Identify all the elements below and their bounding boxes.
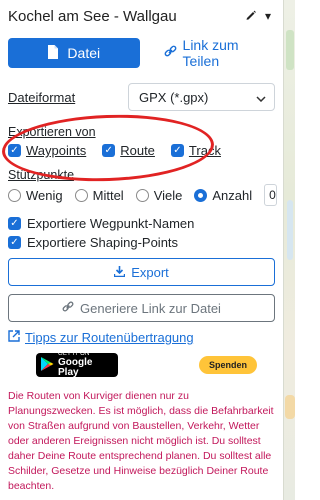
export-panel: Kochel am See - Wallgau ▾ Datei Link zum… <box>0 0 283 500</box>
top-actions: Datei Link zum Teilen <box>8 37 275 69</box>
link-icon <box>164 45 177 61</box>
format-select-value: GPX (*.gpx) <box>139 89 209 105</box>
google-play-text: GET IT ON Google Play <box>58 351 114 378</box>
pencil-icon[interactable] <box>245 9 257 24</box>
radio-label: Mittel <box>92 187 124 203</box>
google-play-big: Google Play <box>58 356 93 379</box>
link-icon <box>62 301 74 316</box>
format-label: Dateiformat <box>8 89 76 105</box>
external-link-icon <box>8 330 20 345</box>
store-badges: GET IT ON Google Play Spenden <box>8 351 275 378</box>
radio-viele[interactable]: Viele <box>135 187 183 203</box>
generate-link-button[interactable]: Generiere Link zur Datei <box>8 294 275 322</box>
share-link-label: Link zum Teilen <box>182 37 239 69</box>
generate-link-label: Generiere Link zur Datei <box>80 300 221 316</box>
map-orange-area <box>285 395 295 419</box>
download-icon <box>114 265 126 280</box>
option-label: Exportiere Wegpunkt-Namen <box>27 216 195 231</box>
chevron-down-icon <box>256 90 266 105</box>
map-edge <box>283 0 295 500</box>
map-green-area <box>286 30 294 70</box>
export-from-options: ✓ Waypoints ✓ Route ✓ Track <box>0 111 275 185</box>
radio-wenig[interactable]: Wenig <box>8 188 63 203</box>
checkbox-shaping-points[interactable]: ✓ Exportiere Shaping-Points <box>8 235 275 250</box>
route-title: Kochel am See - Wallgau <box>8 7 177 25</box>
export-button-label: Export <box>131 264 169 280</box>
disclaimer-text: Die Routen von Kurviger dienen nur zu Pl… <box>8 390 274 492</box>
option-label: Exportiere Shaping-Points <box>27 235 179 250</box>
radio-circle[interactable] <box>194 188 208 202</box>
radio-label: Anzahl <box>212 187 253 203</box>
datei-button-label: Datei <box>67 45 101 61</box>
radio-label: Wenig <box>26 187 63 203</box>
file-icon <box>47 44 59 62</box>
donate-button[interactable]: Spenden <box>199 356 257 374</box>
datei-button[interactable]: Datei <box>8 38 140 68</box>
checkmark-icon[interactable]: ✓ <box>8 217 21 230</box>
export-options: ✓ Exportiere Wegpunkt-Namen ✓ Exportiere… <box>8 216 275 250</box>
map-road <box>287 200 293 260</box>
radio-circle[interactable] <box>135 188 149 202</box>
share-link-button[interactable]: Link zum Teilen <box>148 37 275 69</box>
checkmark-icon[interactable]: ✓ <box>8 236 21 249</box>
chevron-down-icon[interactable]: ▾ <box>265 9 271 23</box>
radio-anzahl[interactable]: Anzahl <box>194 188 252 203</box>
export-button[interactable]: Export <box>8 258 275 286</box>
panel-header: Kochel am See - Wallgau ▾ <box>8 0 275 32</box>
tips-link[interactable]: Tipps zur Routenübertragung <box>8 330 275 345</box>
tips-link-label: Tipps zur Routenübertragung <box>25 330 194 345</box>
stuetzpunkte-options: Wenig Mittel Viele Anzahl 0 <box>8 184 277 206</box>
checkbox-wegpunkt-namen[interactable]: ✓ Exportiere Wegpunkt-Namen <box>8 216 275 231</box>
header-actions: ▾ <box>245 9 271 24</box>
radio-mittel[interactable]: Mittel <box>74 187 124 203</box>
format-row: Dateiformat GPX (*.gpx) <box>8 83 275 111</box>
radio-circle[interactable] <box>8 188 21 202</box>
anzahl-input[interactable]: 0 <box>264 184 277 206</box>
radio-label: Viele <box>153 187 183 203</box>
google-play-icon <box>40 356 54 374</box>
format-select[interactable]: GPX (*.gpx) <box>128 83 275 111</box>
google-play-badge[interactable]: GET IT ON Google Play <box>36 351 118 378</box>
radio-circle[interactable] <box>74 188 88 202</box>
